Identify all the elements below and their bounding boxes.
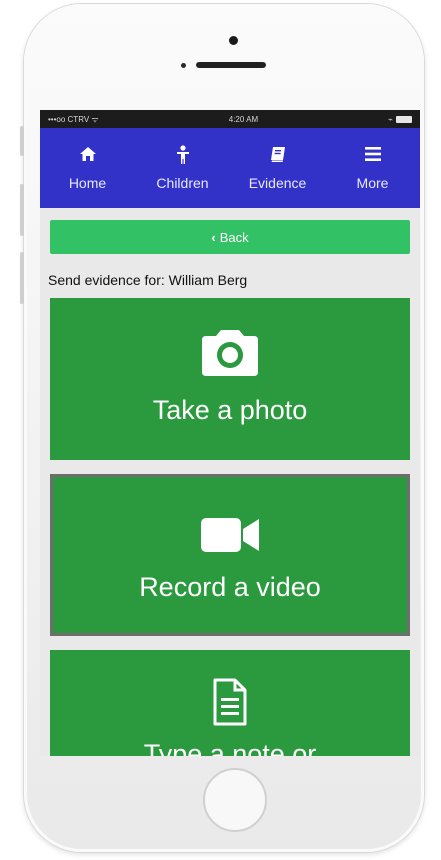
video-camera-icon [199, 515, 261, 560]
nav-item-evidence[interactable]: Evidence [230, 128, 325, 208]
volume-down-button [20, 252, 24, 304]
back-button[interactable]: ‹ Back [50, 220, 410, 254]
home-icon [79, 145, 97, 169]
camera-icon [198, 328, 262, 383]
type-note-button[interactable]: Type a note or [50, 650, 410, 756]
battery-icon [396, 115, 412, 123]
send-evidence-label: Send evidence for: William Berg [48, 272, 248, 288]
battery-indicator: ⌁ [388, 115, 412, 124]
take-photo-button[interactable]: Take a photo [50, 298, 410, 460]
top-nav-bar: Home Children Evidence More [40, 128, 420, 208]
child-icon [176, 145, 190, 169]
chevron-left-icon: ‹ [211, 229, 216, 245]
record-video-button[interactable]: Record a video [50, 474, 410, 636]
nav-label-more: More [356, 175, 389, 191]
menu-icon [364, 145, 382, 169]
status-time: 4:20 AM [228, 114, 259, 124]
book-icon [269, 145, 287, 169]
take-photo-label: Take a photo [152, 395, 308, 425]
app-screen: •••oo CTRV ᯤ 4:20 AM ⌁ Home Children Evi… [40, 110, 420, 756]
carrier-signal: •••oo CTRV ᯤ [48, 114, 99, 124]
nav-label-children: Children [156, 175, 209, 191]
nav-label-home: Home [68, 175, 107, 191]
front-camera [229, 36, 238, 45]
nav-item-more[interactable]: More [325, 128, 420, 208]
type-note-label: Type a note or [143, 739, 317, 756]
record-video-label: Record a video [139, 572, 321, 602]
back-label: Back [219, 229, 249, 245]
volume-up-button [20, 184, 24, 236]
nav-item-children[interactable]: Children [135, 128, 230, 208]
mute-switch [20, 126, 24, 156]
earpiece-speaker [196, 62, 266, 68]
home-hardware-button[interactable] [203, 768, 267, 832]
document-icon [211, 678, 249, 731]
nav-label-evidence: Evidence [248, 175, 307, 191]
sensor-dot [181, 63, 186, 68]
status-bar: •••oo CTRV ᯤ 4:20 AM ⌁ [40, 110, 420, 128]
nav-item-home[interactable]: Home [40, 128, 135, 208]
